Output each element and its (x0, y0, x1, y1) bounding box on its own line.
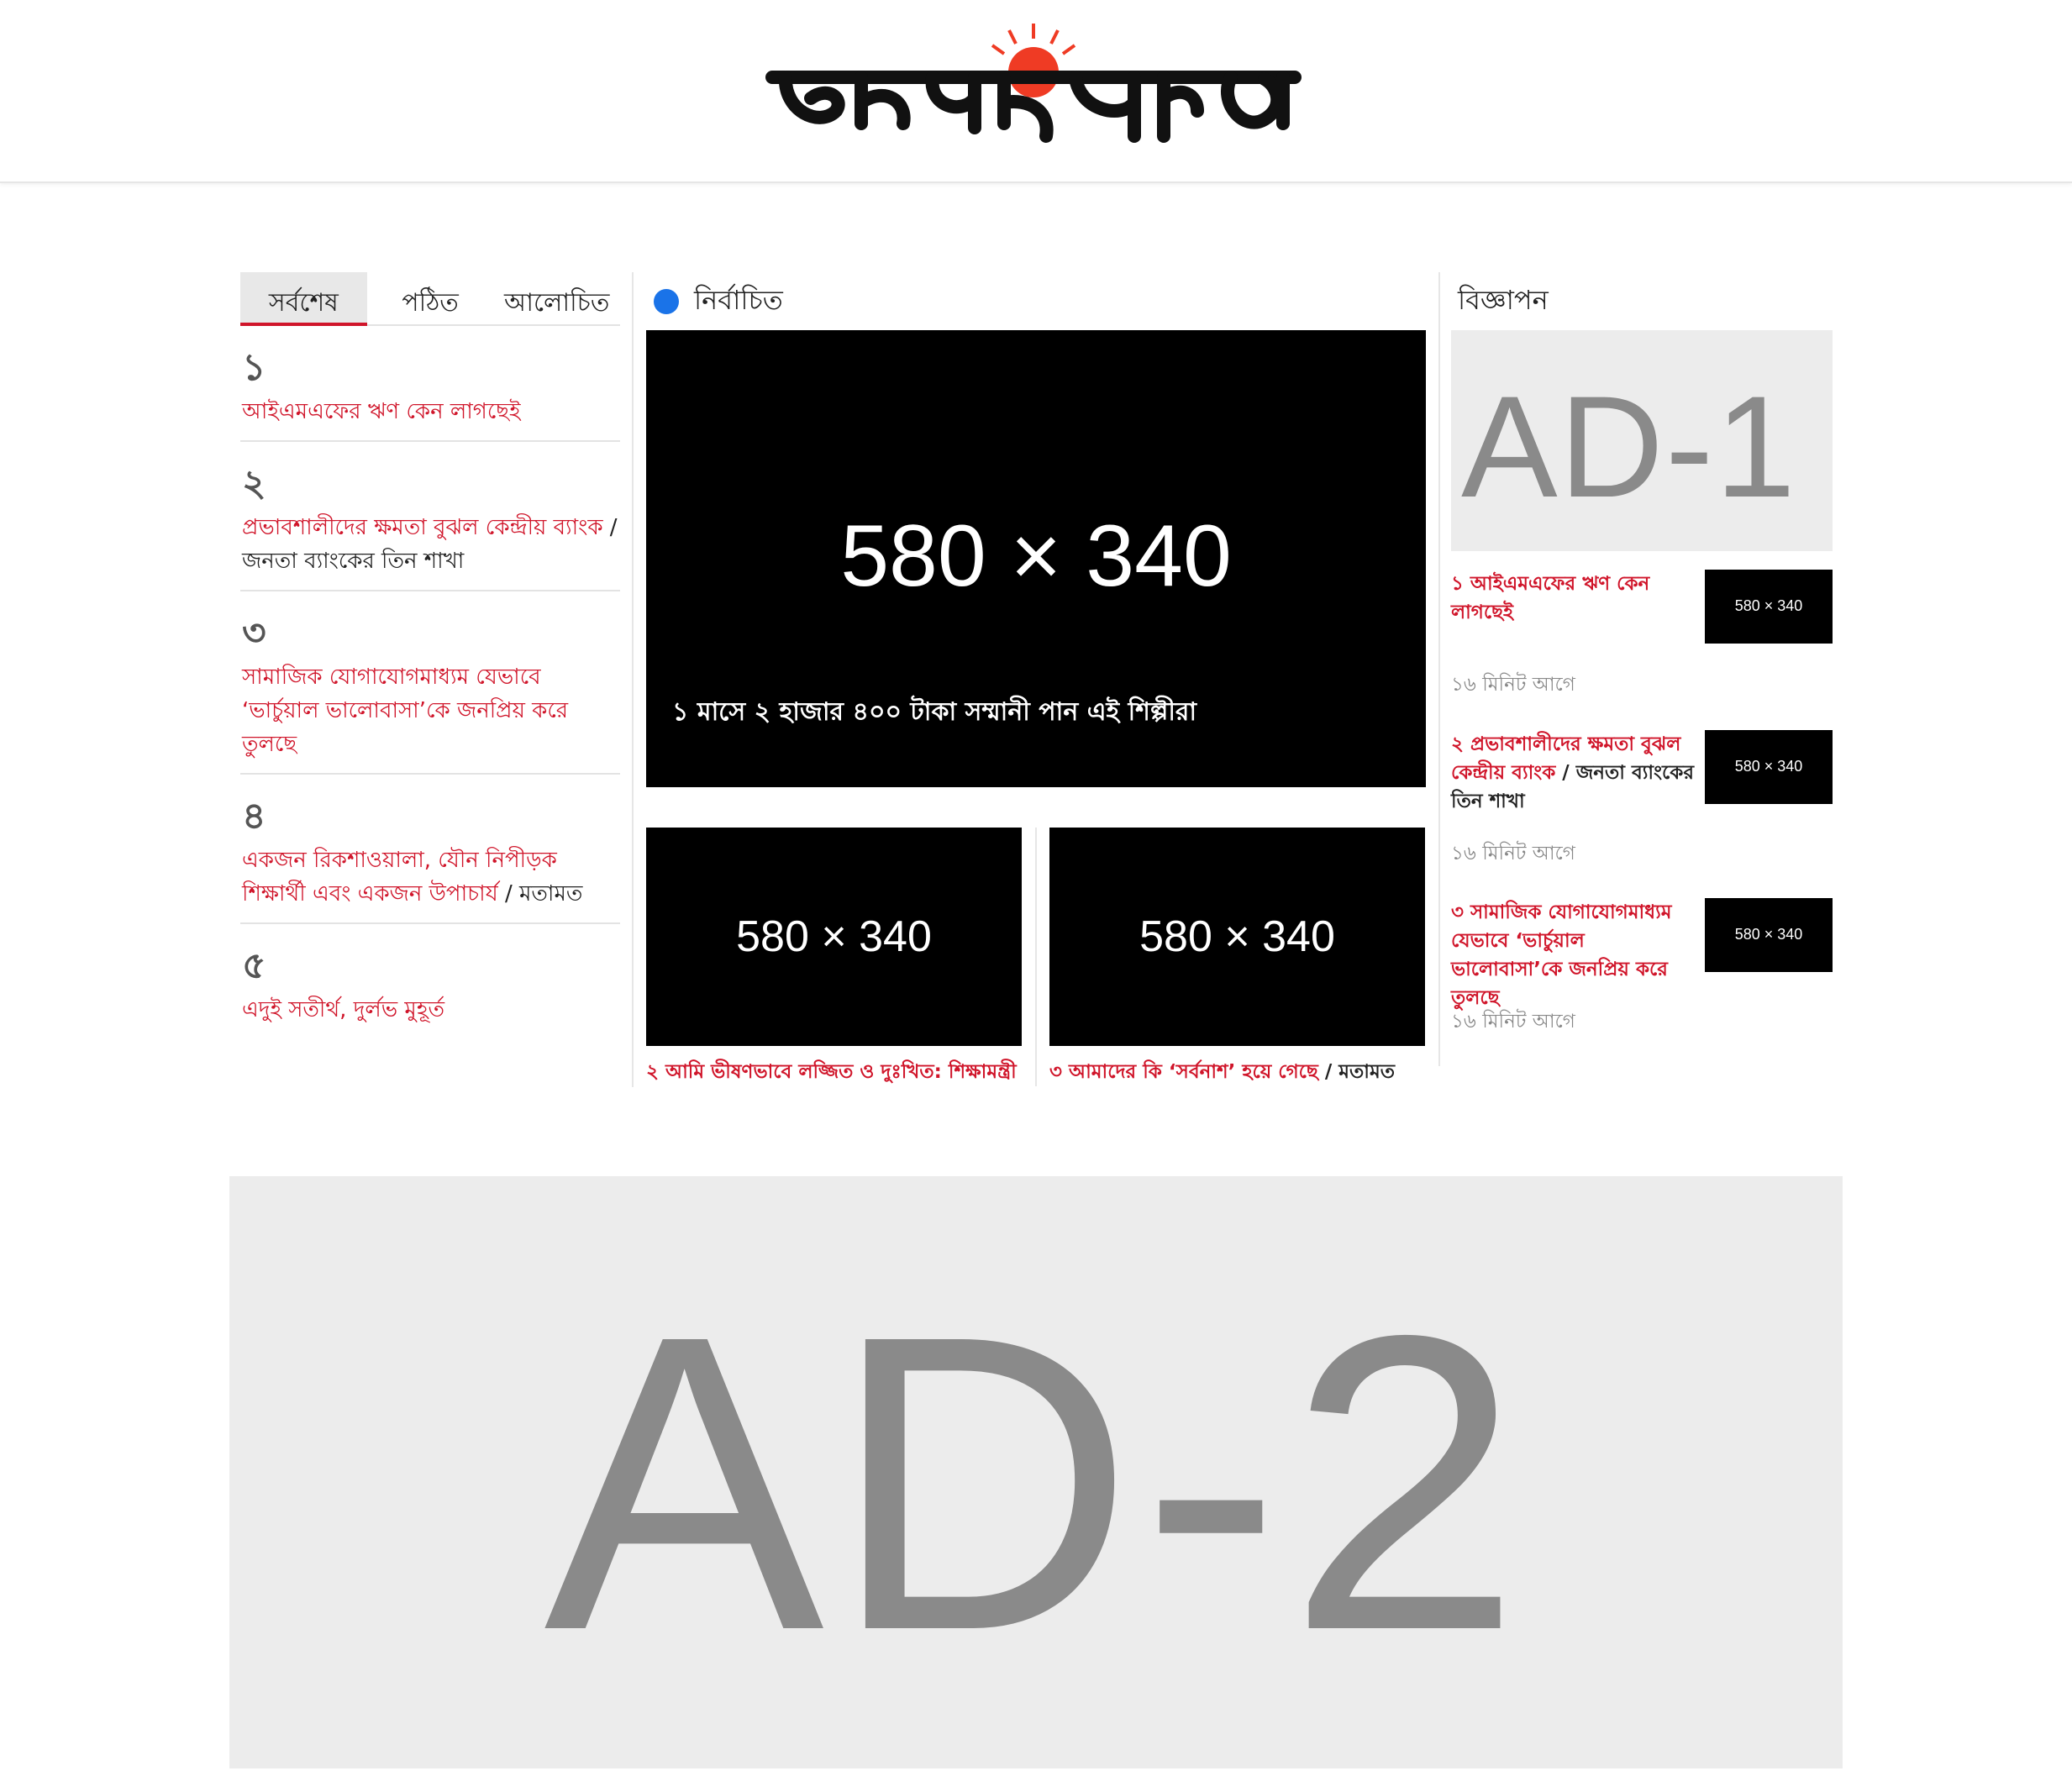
sidebar-heading: বিজ্ঞাপন (1458, 284, 1549, 316)
featured-card[interactable]: 580 × 340 ৩ আমাদের কি ‘সর্বনাশ’ হয়ে গেছ… (1049, 828, 1425, 1085)
news-link[interactable]: এদুই সতীর্থ, দুর্লভ মুহূর্ত (242, 993, 620, 1027)
list-item: ১ আইএমএফের ঋণ কেন লাগছেই (240, 326, 620, 442)
news-tabs: সর্বশেষ পঠিত আলোচিত (240, 272, 620, 326)
list-item: ৫ এদুই সতীর্থ, দুর্লভ মুহূর্ত (240, 924, 620, 1038)
ad-label: AD-1 (1461, 366, 1797, 528)
news-link[interactable]: সামাজিক যোগাযোগমাধ্যম যেভাবে ‘ভার্চুয়াল… (242, 660, 620, 761)
rank-number: ২ (242, 462, 266, 505)
timestamp: ১৬ মিনিট আগে (1451, 674, 1575, 696)
site-header (0, 0, 2072, 183)
rank-number: ১ (242, 346, 266, 389)
sidebar-news-item[interactable]: ২ প্রভাবশালীদের ক্ষমতা বুঝল কেন্দ্রীয় ব… (1451, 730, 1833, 873)
image-placeholder: 580 × 340 (1049, 828, 1425, 1046)
tab-most-discussed[interactable]: আলোচিত (493, 272, 620, 324)
featured-card-title[interactable]: ২ আমি ভীষণভাবে লজ্জিত ও দুঃখিত: শিক্ষামন… (646, 1056, 1022, 1085)
news-link[interactable]: একজন রিকশাওয়ালা, যৌন নিপীড়ক শিক্ষার্থী… (242, 843, 620, 911)
sidebar-news-title[interactable]: ৩ সামাজিক যোগাযোগমাধ্যম যেভাবে ‘ভার্চুয়… (1451, 898, 1695, 1012)
image-placeholder: 580 × 340 (1705, 898, 1833, 972)
sidebar-news-title[interactable]: ২ প্রভাবশালীদের ক্ষমতা বুঝল কেন্দ্রীয় ব… (1451, 730, 1695, 816)
sidebar-news-item[interactable]: ১ আইএমএফের ঋণ কেন লাগছেই 580 × 340 ১৬ মি… (1451, 570, 1833, 704)
tab-most-read[interactable]: পঠিত (367, 272, 494, 324)
featured-heading-label: নির্বাচিত (694, 284, 783, 316)
featured-main-caption[interactable]: ১ মাসে ২ হাজার ৪০০ টাকা সম্মানী পান এই শ… (672, 691, 1196, 734)
prothom-alo-logo[interactable] (760, 18, 1307, 153)
image-placeholder-label: 580 × 340 (840, 507, 1232, 605)
sidebar-news-item[interactable]: ৩ সামাজিক যোগাযোগমাধ্যম যেভাবে ‘ভার্চুয়… (1451, 898, 1833, 1041)
image-placeholder-label: 580 × 340 (1734, 926, 1803, 943)
list-item: ২ প্রভাবশালীদের ক্ষমতা বুঝল কেন্দ্রীয় ব… (240, 442, 620, 591)
timestamp: ১৬ মিনিট আগে (1451, 1011, 1575, 1033)
featured-card[interactable]: 580 × 340 ২ আমি ভীষণভাবে লজ্জিত ও দুঃখিত… (646, 828, 1022, 1085)
image-placeholder-label: 580 × 340 (1139, 912, 1335, 961)
rank-number: ৫ (242, 944, 266, 987)
ranked-list: ১ আইএমএফের ঋণ কেন লাগছেই ২ প্রভাবশালীদের… (240, 326, 620, 1038)
timestamp: ১৬ মিনিট আগে (1451, 843, 1575, 864)
rank-number: ৪ (242, 795, 266, 838)
column-divider (632, 272, 634, 1087)
news-link[interactable]: আইএমএফের ঋণ কেন লাগছেই (242, 395, 620, 428)
ad-label: AD-2 (544, 1248, 1528, 1717)
sidebar-news-title[interactable]: ১ আইএমএফের ঋণ কেন লাগছেই (1451, 570, 1695, 627)
featured-heading: নির্বাচিত (654, 279, 783, 324)
image-placeholder-label: 580 × 340 (1734, 597, 1803, 614)
blue-dot-icon (654, 289, 679, 314)
card-divider (1035, 828, 1037, 1086)
ranked-news-panel: সর্বশেষ পঠিত আলোচিত ১ আইএমএফের ঋণ কেন লা… (240, 272, 620, 1038)
rank-number: ৩ (242, 612, 266, 654)
ad-slot-1[interactable]: AD-1 (1451, 330, 1833, 551)
list-item: ৪ একজন রিকশাওয়ালা, যৌন নিপীড়ক শিক্ষার্… (240, 775, 620, 924)
ad-slot-2[interactable]: AD-2 (229, 1176, 1843, 1768)
image-placeholder: 580 × 340 (646, 828, 1022, 1046)
featured-card-title[interactable]: ৩ আমাদের কি ‘সর্বনাশ’ হয়ে গেছে / মতামত (1049, 1056, 1425, 1085)
image-placeholder: 580 × 340 (1705, 730, 1833, 804)
list-item: ৩ সামাজিক যোগাযোগমাধ্যম যেভাবে ‘ভার্চুয়… (240, 591, 620, 775)
column-divider (1438, 272, 1440, 1066)
tab-latest[interactable]: সর্বশেষ (240, 272, 367, 326)
image-placeholder-label: 580 × 340 (1734, 758, 1803, 775)
news-link[interactable]: প্রভাবশালীদের ক্ষমতা বুঝল কেন্দ্রীয় ব্য… (242, 511, 620, 578)
featured-main-story[interactable]: 580 × 340 ১ মাসে ২ হাজার ৪০০ টাকা সম্মান… (646, 330, 1426, 787)
image-placeholder-label: 580 × 340 (736, 912, 932, 961)
image-placeholder: 580 × 340 (1705, 570, 1833, 644)
